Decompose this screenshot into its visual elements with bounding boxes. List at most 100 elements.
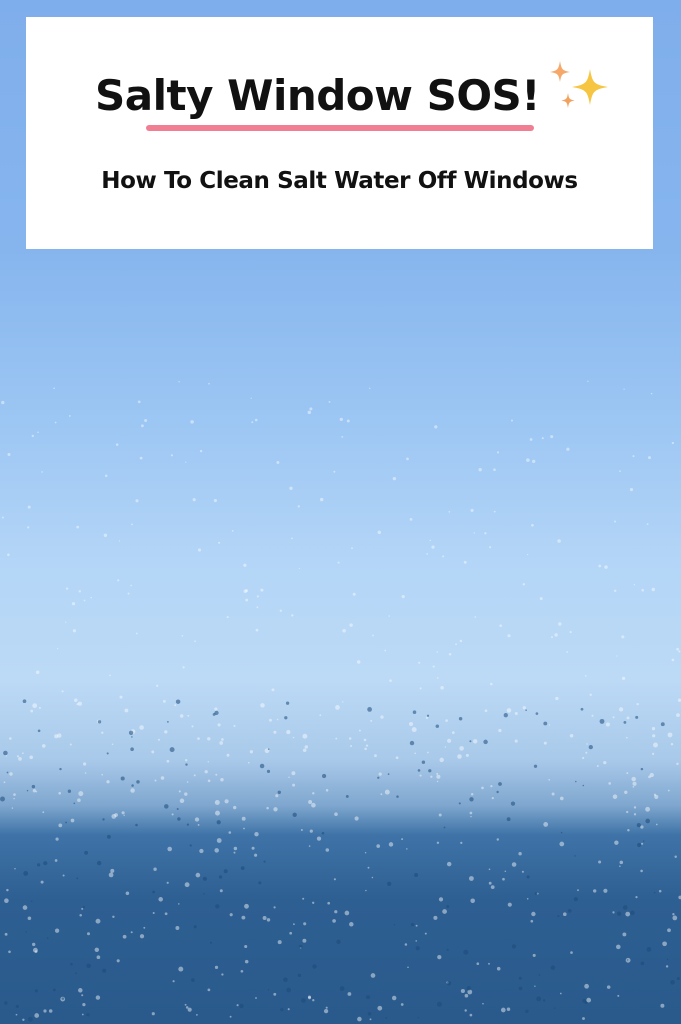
water-droplet: [77, 798, 81, 802]
water-droplet: [349, 623, 353, 627]
water-droplet: [108, 872, 114, 878]
water-droplet: [506, 1007, 511, 1012]
water-droplet: [291, 537, 293, 540]
water-droplet: [378, 772, 382, 776]
water-droplet: [377, 530, 382, 535]
water-droplet: [4, 898, 9, 903]
water-droplet: [101, 731, 104, 734]
water-droplet: [77, 701, 82, 706]
water-droplet: [184, 882, 190, 888]
water-droplet: [514, 712, 518, 715]
water-droplet: [484, 709, 488, 713]
water-droplet: [13, 793, 16, 796]
water-droplet: [498, 728, 502, 733]
water-droplet: [660, 722, 665, 727]
water-droplet: [178, 903, 180, 905]
water-droplet: [543, 721, 548, 726]
water-droplet: [636, 702, 639, 706]
water-droplet: [625, 911, 631, 917]
water-droplet: [412, 710, 417, 714]
water-droplet: [7, 452, 11, 457]
water-droplet: [496, 966, 501, 971]
water-droplet: [510, 801, 516, 806]
water-droplet: [335, 705, 340, 710]
water-droplet: [70, 962, 73, 966]
water-droplet: [327, 901, 331, 905]
water-droplet: [72, 629, 76, 633]
water-droplet: [339, 417, 343, 422]
water-droplet: [266, 918, 271, 922]
water-droplet: [131, 736, 133, 738]
water-droplet: [120, 776, 125, 781]
water-droplet: [244, 903, 249, 909]
water-droplet: [241, 816, 246, 821]
water-droplet: [277, 790, 281, 794]
water-droplet: [273, 807, 278, 812]
water-droplet: [621, 635, 625, 639]
water-droplet: [71, 602, 76, 606]
water-droplet: [249, 750, 254, 754]
water-droplet: [262, 916, 267, 920]
water-droplet: [641, 842, 644, 845]
water-droplet: [37, 431, 39, 434]
water-droplet: [569, 631, 572, 634]
water-droplet: [292, 812, 297, 817]
water-droplet: [83, 599, 86, 602]
water-droplet: [32, 789, 37, 793]
water-droplet: [411, 727, 417, 733]
water-droplet: [483, 739, 488, 745]
water-droplet: [170, 454, 173, 457]
water-droplet: [127, 592, 130, 595]
water-droplet: [130, 747, 134, 751]
water-droplet: [511, 862, 517, 867]
water-droplet: [302, 733, 308, 739]
water-droplet: [178, 381, 180, 383]
sparkles-icon: [550, 61, 608, 108]
water-droplet: [642, 840, 645, 842]
water-droplet: [35, 670, 40, 675]
water-droplet: [162, 699, 166, 703]
water-droplet: [118, 540, 121, 542]
water-droplet: [1, 516, 4, 519]
water-droplet: [115, 443, 119, 446]
water-droplet: [616, 911, 622, 916]
water-droplet: [276, 718, 279, 721]
water-droplet: [341, 435, 344, 438]
water-droplet: [460, 841, 463, 845]
water-droplet: [221, 973, 224, 976]
water-droplet: [271, 688, 275, 692]
water-droplet: [651, 587, 655, 592]
water-droplet: [30, 709, 34, 713]
water-droplet: [164, 804, 169, 809]
water-droplet: [37, 729, 41, 733]
water-droplet: [288, 776, 290, 779]
water-droplet: [101, 773, 103, 776]
water-droplet: [9, 737, 12, 740]
water-droplet: [490, 785, 493, 788]
water-droplet: [53, 387, 55, 390]
water-droplet: [498, 782, 502, 786]
water-droplet: [34, 950, 38, 953]
water-droplet: [458, 802, 461, 805]
title-underline: [146, 125, 534, 131]
water-droplet: [470, 508, 474, 512]
water-droplet: [666, 958, 669, 961]
water-droplet: [110, 868, 115, 873]
water-droplet: [425, 716, 429, 719]
water-droplet: [121, 811, 125, 815]
water-droplet: [241, 915, 246, 920]
water-droplet: [325, 848, 330, 852]
water-droplet: [312, 792, 315, 795]
water-droplet: [377, 776, 380, 779]
water-droplet: [260, 703, 265, 708]
water-droplet: [319, 714, 322, 717]
water-droplet: [302, 897, 305, 900]
water-droplet: [292, 736, 295, 739]
water-droplet: [27, 526, 30, 529]
water-droplet: [633, 813, 637, 816]
water-droplet: [43, 861, 48, 866]
water-droplet: [476, 962, 480, 966]
water-droplet: [207, 988, 211, 992]
water-droplet: [1, 400, 5, 405]
water-droplet: [197, 823, 200, 826]
